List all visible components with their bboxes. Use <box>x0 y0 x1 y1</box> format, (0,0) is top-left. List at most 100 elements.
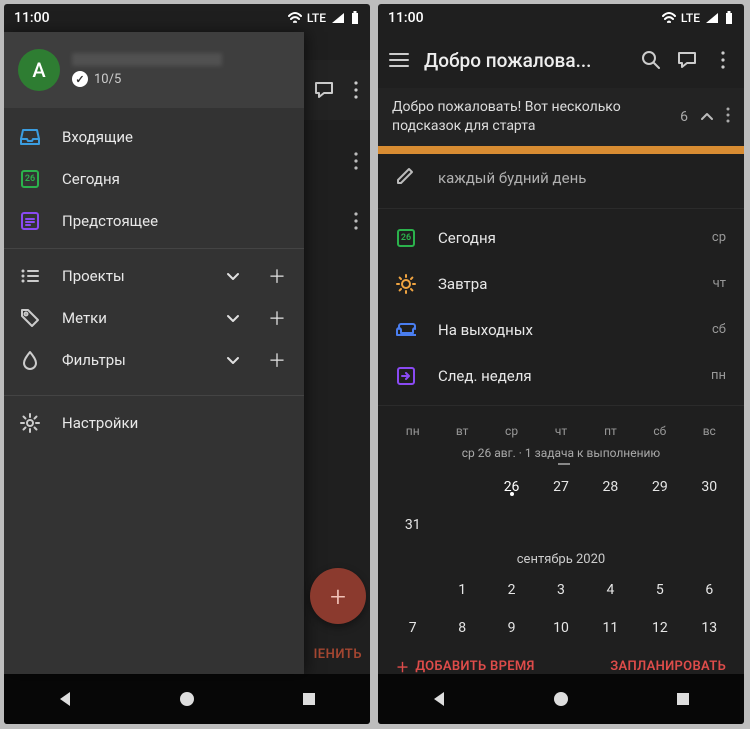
nav-labels[interactable]: Метки ＋ <box>4 297 304 339</box>
status-time: 11:00 <box>388 10 424 26</box>
add-filter-button[interactable]: ＋ <box>266 347 288 373</box>
list-icon <box>20 266 40 286</box>
nav-filters[interactable]: Фильтры ＋ <box>4 339 304 381</box>
status-right: LTE <box>662 11 734 25</box>
calendar-day[interactable]: 27 <box>536 479 585 495</box>
sched-weekend[interactable]: На выходных сб <box>378 307 744 353</box>
nav-upcoming[interactable]: Предстоящее <box>4 200 304 242</box>
calendar-day[interactable]: 30 <box>685 479 734 495</box>
upcoming-icon <box>21 212 39 230</box>
plus-icon: ＋ <box>396 657 409 676</box>
wifi-icon <box>662 12 676 24</box>
more-icon <box>354 212 358 230</box>
status-bar: 11:00 LTE <box>4 4 370 32</box>
navigation-drawer: A ✓ 10/5 Входящие 26 Сегодня <box>4 32 304 674</box>
more-icon[interactable] <box>712 49 734 71</box>
add-project-button[interactable]: ＋ <box>266 263 288 289</box>
check-icon: ✓ <box>72 71 88 87</box>
calendar-day[interactable]: 11 <box>586 620 635 636</box>
calendar-day[interactable]: 4 <box>586 582 635 598</box>
gear-icon <box>20 413 40 433</box>
today-icon: 26 <box>21 170 39 188</box>
nav-today[interactable]: 26 Сегодня <box>4 158 304 200</box>
page-title: Добро пожалова... <box>424 49 626 72</box>
sun-icon <box>396 274 416 294</box>
calendar-day[interactable]: 10 <box>536 620 585 636</box>
app-bar: Добро пожалова... <box>378 32 744 88</box>
calendar-day[interactable]: 29 <box>635 479 684 495</box>
calendar-row: 31 <box>388 506 734 544</box>
calendar-day[interactable]: 8 <box>437 620 486 636</box>
quick-schedule-list: 26 Сегодня ср Завтра чт На выходных сб <box>378 215 744 399</box>
more-icon[interactable] <box>726 107 730 127</box>
calendar: пн вт ср чт пт сб вс ср 26 авг. · 1 зада… <box>378 412 744 647</box>
comment-icon[interactable] <box>676 49 698 71</box>
nav-recent[interactable] <box>670 686 696 712</box>
menu-icon[interactable] <box>388 49 410 71</box>
nav-back[interactable] <box>52 686 78 712</box>
calendar-header: пн вт ср чт пт сб вс <box>388 418 734 444</box>
calendar-sub: ср 26 авг. · 1 задача к выполнению <box>388 444 734 468</box>
android-nav-bar <box>378 674 744 724</box>
calendar-day[interactable]: 12 <box>635 620 684 636</box>
add-time-button[interactable]: ＋ ДОБАВИТЬ ВРЕМЯ <box>396 657 535 676</box>
calendar-day[interactable]: 2 <box>487 582 536 598</box>
nav-back[interactable] <box>426 686 452 712</box>
calendar-day[interactable]: 13 <box>685 620 734 636</box>
divider <box>4 395 304 396</box>
status-right: LTE <box>288 11 360 25</box>
inbox-icon <box>20 127 40 147</box>
calendar-row: 1 2 3 4 5 6 <box>388 571 734 609</box>
chevron-down-icon[interactable] <box>222 350 244 371</box>
nav-list: Входящие 26 Сегодня Предстоящее <box>4 108 304 389</box>
banner-count: 6 <box>680 109 688 125</box>
calendar-day[interactable]: 1 <box>437 582 486 598</box>
tag-icon <box>20 308 40 328</box>
search-icon[interactable] <box>640 49 662 71</box>
calendar-day-selected[interactable]: 26 <box>487 479 536 495</box>
comment-icon[interactable] <box>314 80 334 100</box>
profile-name-redacted <box>72 53 222 66</box>
status-time: 11:00 <box>14 10 50 26</box>
phone-left: 11:00 LTE A ✓ 10/5 <box>4 4 370 724</box>
nav-home[interactable] <box>174 686 200 712</box>
status-network: LTE <box>307 11 326 25</box>
profile-karma: ✓ 10/5 <box>72 71 290 87</box>
calendar-day[interactable]: 3 <box>536 582 585 598</box>
chevron-down-icon[interactable] <box>222 266 244 287</box>
background-row-more-2[interactable] <box>354 212 358 234</box>
next-week-icon <box>397 367 415 385</box>
signal-icon <box>331 12 345 24</box>
divider <box>4 248 304 249</box>
nav-inbox[interactable]: Входящие <box>4 116 304 158</box>
add-label-button[interactable]: ＋ <box>266 305 288 331</box>
fab-add-task[interactable]: + <box>310 568 366 624</box>
profile-section[interactable]: A ✓ 10/5 <box>4 32 304 108</box>
calendar-day[interactable]: 6 <box>685 582 734 598</box>
nav-projects[interactable]: Проекты ＋ <box>4 255 304 297</box>
welcome-banner: Добро пожаловать! Вот несколько подсказо… <box>378 88 744 146</box>
more-icon[interactable] <box>354 81 358 99</box>
battery-icon <box>350 11 360 25</box>
calendar-day[interactable]: 7 <box>388 620 437 636</box>
sched-tomorrow[interactable]: Завтра чт <box>378 261 744 307</box>
background-row-more[interactable] <box>354 152 358 174</box>
nav-home[interactable] <box>548 686 574 712</box>
calendar-day[interactable]: 9 <box>487 620 536 636</box>
recurrence-row[interactable]: каждый будний день <box>378 154 744 202</box>
nav-recent[interactable] <box>296 686 322 712</box>
sched-today[interactable]: 26 Сегодня ср <box>378 215 744 261</box>
accent-strip <box>378 146 744 154</box>
nav-settings[interactable]: Настройки <box>4 402 304 444</box>
schedule-button[interactable]: ЗАПЛАНИРОВАТЬ <box>610 657 726 676</box>
sched-nextweek[interactable]: След. неделя пн <box>378 353 744 399</box>
signal-icon <box>705 12 719 24</box>
calendar-day[interactable]: 28 <box>586 479 635 495</box>
chevron-down-icon[interactable] <box>222 308 244 329</box>
chevron-up-icon[interactable] <box>700 109 714 125</box>
recurrence-text: каждый будний день <box>438 169 586 187</box>
android-nav-bar <box>4 674 370 724</box>
calendar-day[interactable]: 5 <box>635 582 684 598</box>
calendar-day[interactable]: 31 <box>388 517 437 533</box>
cancel-button-peek[interactable]: ІЕНИТЬ <box>314 647 362 662</box>
